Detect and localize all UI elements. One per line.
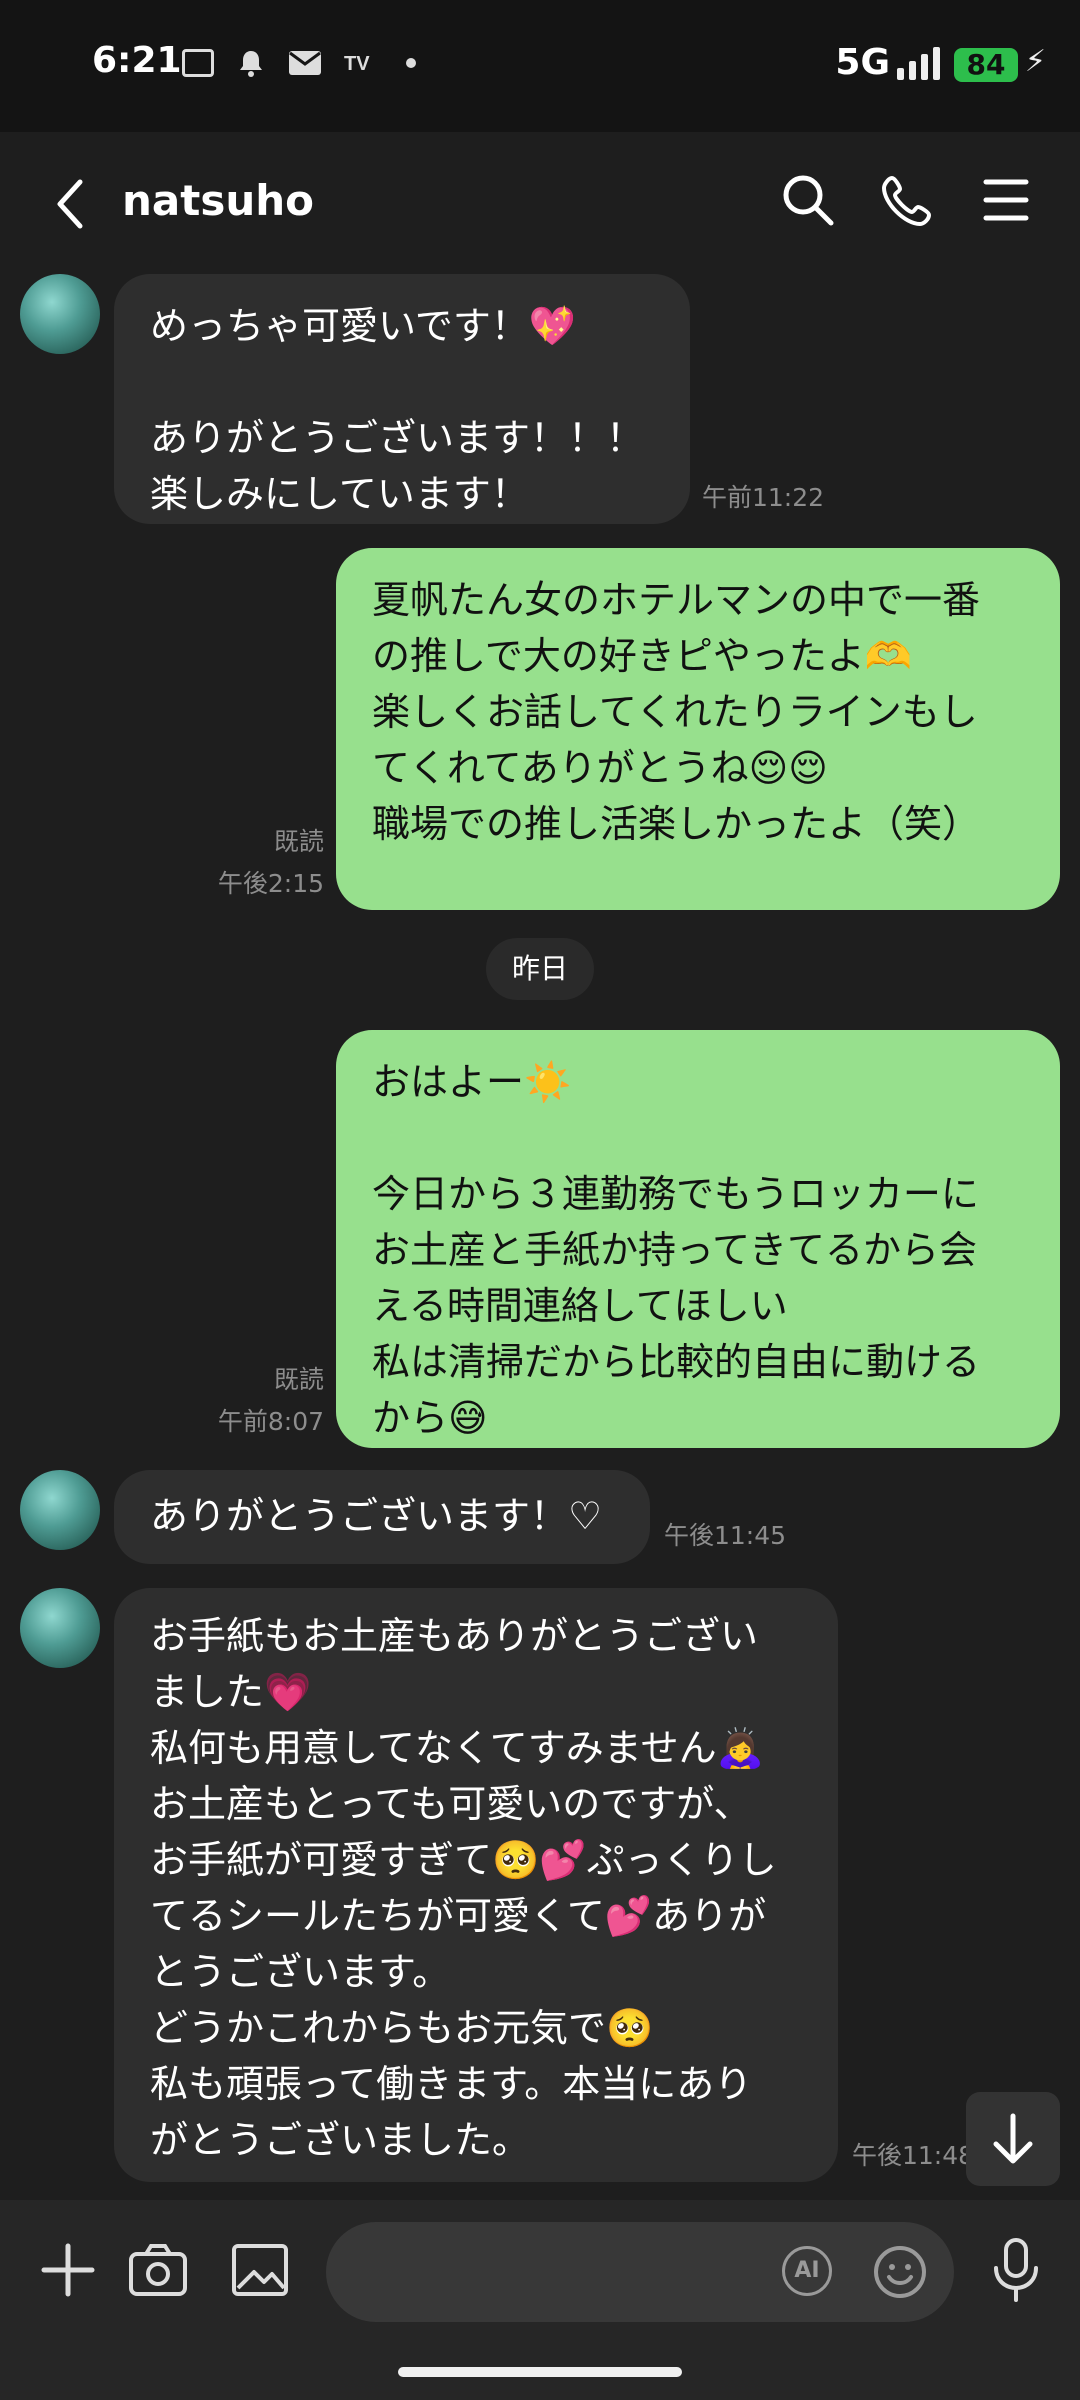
signal-icon bbox=[897, 46, 940, 80]
contact-avatar[interactable] bbox=[20, 1588, 100, 1668]
message-time: 午前11:22 bbox=[702, 483, 825, 512]
search-icon[interactable] bbox=[780, 172, 836, 228]
contact-avatar[interactable] bbox=[20, 274, 100, 354]
status-bar: 6:21 TV 5G 84 ⚡ bbox=[0, 0, 1080, 132]
message-bubble-received[interactable]: めっちゃ可愛いです！💖 ありがとうございます！！！ 楽しみにしています！ bbox=[114, 274, 690, 524]
more-notifications-dot bbox=[406, 58, 416, 68]
image-icon[interactable] bbox=[228, 2238, 292, 2302]
home-indicator[interactable] bbox=[398, 2367, 682, 2377]
status-notification-icons: TV bbox=[182, 48, 416, 78]
camera-icon[interactable] bbox=[126, 2238, 190, 2302]
message-time: 午後11:48 bbox=[852, 2141, 975, 2170]
mail-icon bbox=[289, 51, 321, 75]
chat-header: natsuho bbox=[0, 132, 1080, 274]
message-input[interactable]: AI bbox=[326, 2222, 954, 2322]
message-bubble-sent[interactable]: 夏帆たん女のホテルマンの中で一番 の推しで大の好きピやったよ🫶 楽しくお話してく… bbox=[336, 548, 1060, 910]
message-time: 午後2:15 bbox=[217, 869, 324, 898]
date-separator: 昨日 bbox=[486, 938, 594, 1000]
phone-icon[interactable] bbox=[880, 172, 936, 228]
read-receipt: 既読 bbox=[273, 1365, 324, 1394]
status-time: 6:21 bbox=[92, 40, 182, 81]
charging-icon: ⚡ bbox=[1024, 44, 1046, 79]
notification-icon bbox=[182, 49, 214, 77]
scroll-to-bottom-button[interactable] bbox=[966, 2092, 1060, 2186]
message-bubble-sent[interactable]: おはよー☀️ 今日から３連勤務でもうロッカーに お土産と手紙か持ってきてるから会… bbox=[336, 1030, 1060, 1448]
message-bubble-received[interactable]: ありがとうございます！♡ bbox=[114, 1470, 650, 1564]
mic-icon[interactable] bbox=[984, 2236, 1048, 2304]
contact-avatar[interactable] bbox=[20, 1470, 100, 1550]
read-receipt: 既読 bbox=[273, 827, 324, 856]
message-bubble-received[interactable]: お手紙もお土産もありがとうござい ました💗 私何も用意してなくてすみません🙇‍♀… bbox=[114, 1588, 838, 2182]
network-type: 5G bbox=[835, 42, 890, 83]
chat-title: natsuho bbox=[122, 176, 314, 225]
arrow-down-icon bbox=[993, 2113, 1033, 2164]
emoji-icon[interactable] bbox=[872, 2244, 928, 2300]
bell-icon bbox=[240, 51, 262, 77]
svg-text:TV: TV bbox=[344, 53, 370, 75]
back-icon[interactable] bbox=[50, 174, 90, 234]
message-time: 午前8:07 bbox=[217, 1407, 324, 1436]
tver-icon: TV bbox=[344, 53, 370, 75]
plus-icon[interactable] bbox=[38, 2240, 98, 2300]
battery-level: 84 bbox=[954, 48, 1018, 82]
input-bar: AI bbox=[0, 2200, 1080, 2400]
ai-icon[interactable]: AI bbox=[782, 2246, 832, 2296]
menu-icon[interactable] bbox=[982, 172, 1030, 228]
message-time: 午後11:45 bbox=[664, 1521, 787, 1550]
